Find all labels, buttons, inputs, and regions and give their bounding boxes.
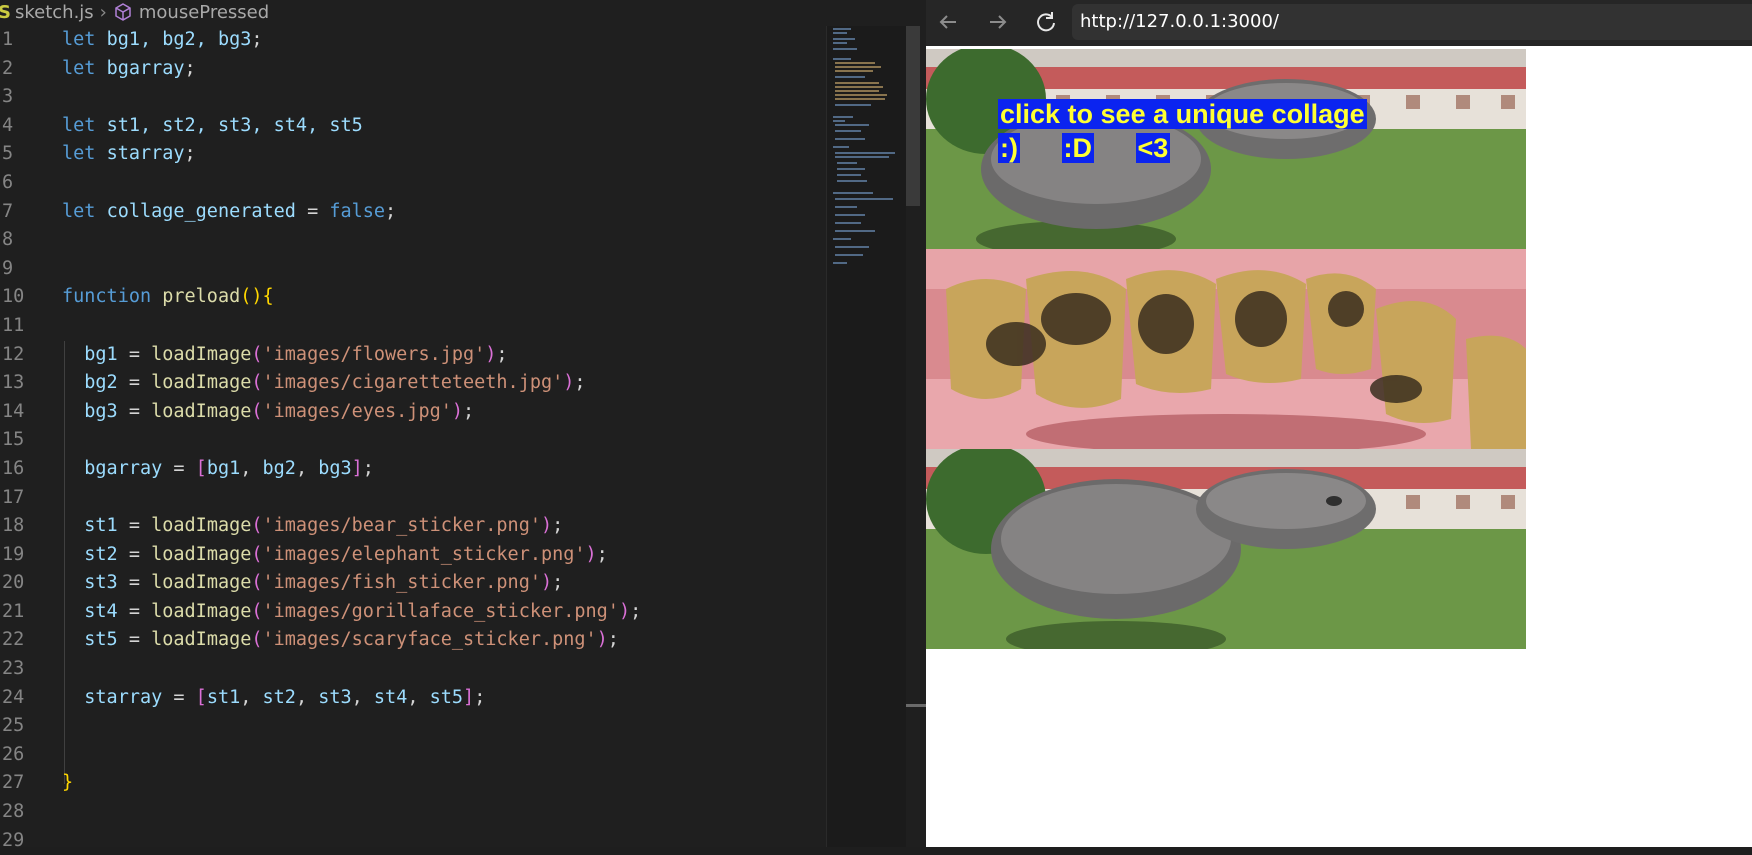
editor-scrollbar[interactable] [906, 26, 926, 847]
line-number: 8 [2, 229, 14, 251]
line-number: 22 [2, 629, 25, 651]
back-button[interactable] [934, 8, 962, 36]
line-number: 21 [2, 600, 25, 622]
code-line[interactable]: 18 st1 = loadImage('images/bear_sticker.… [0, 512, 826, 541]
code-line[interactable]: 22 st5 = loadImage('images/scaryface_sti… [0, 626, 826, 655]
line-number: 1 [2, 29, 14, 50]
line-number: 18 [2, 515, 25, 537]
line-number: 2 [2, 57, 14, 79]
code-line[interactable]: 25 [0, 712, 826, 741]
line-number: 27 [2, 772, 25, 794]
cube-icon [115, 3, 131, 21]
minimap[interactable] [826, 26, 907, 847]
code-line[interactable]: 3 [0, 83, 826, 112]
code-line[interactable]: 24 starray = [st1, st2, st3, st4, st5]; [0, 684, 826, 713]
reload-button[interactable] [1032, 8, 1060, 36]
breadcrumb: S sketch.js › mousePressed [0, 0, 926, 24]
collage-panel-teeth [926, 249, 1526, 449]
code-line[interactable]: 20 st3 = loadImage('images/fish_sticker.… [0, 569, 826, 598]
line-number: 15 [2, 429, 25, 451]
code-line[interactable]: 21 st4 = loadImage('images/gorillaface_s… [0, 598, 826, 627]
line-number: 20 [2, 572, 25, 594]
arrow-right-icon [990, 15, 1007, 29]
code-line[interactable]: 10 function preload(){ [0, 283, 826, 312]
code-line[interactable]: 2 let bgarray; [0, 55, 826, 84]
line-number: 25 [2, 715, 25, 737]
sketch-canvas[interactable]: click to see a unique collage :) :D <3 [926, 49, 1526, 649]
code-area[interactable]: 1 let bg1, bg2, bg3; 2 let bgarray; 3 4 let… [0, 26, 826, 855]
code-editor[interactable]: S sketch.js › mousePressed 1 let bg1, bg2… [0, 0, 926, 851]
collage-panel-stones-2 [926, 449, 1526, 649]
code-line[interactable]: 15 [0, 426, 826, 455]
line-number: 26 [2, 743, 25, 765]
line-number: 17 [2, 486, 25, 508]
code-line[interactable]: 4 let st1, st2, st3, st4, st5 [0, 112, 826, 141]
banner-face: :) [998, 133, 1020, 163]
code-line[interactable]: 5 let starray; [0, 140, 826, 169]
browser-window: http://127.0.0.1:3000/ click to see a un… [926, 0, 1752, 847]
breadcrumb-file[interactable]: sketch.js [15, 2, 94, 23]
code-line[interactable]: 17 [0, 484, 826, 513]
line-number: 28 [2, 801, 25, 823]
code-line[interactable]: 16 bgarray = [bg1, bg2, bg3]; [0, 455, 826, 484]
code-line[interactable]: 19 st2 = loadImage('images/elephant_stic… [0, 541, 826, 570]
line-number: 12 [2, 343, 25, 365]
js-file-icon: S [0, 1, 11, 23]
reload-icon [1037, 12, 1055, 32]
banner-title: click to see a unique collage [998, 99, 1367, 129]
line-number: 4 [2, 114, 14, 136]
code-line[interactable]: 6 [0, 169, 826, 198]
line-number: 11 [2, 314, 25, 336]
scrollbar-marker [906, 704, 926, 707]
code-line[interactable]: 8 [0, 226, 826, 255]
url-text[interactable]: http://127.0.0.1:3000/ [1080, 4, 1279, 40]
line-number: 19 [2, 543, 25, 565]
banner-face: <3 [1135, 133, 1171, 163]
line-number: 6 [2, 171, 14, 193]
line-number: 9 [2, 257, 14, 279]
forward-button[interactable] [984, 8, 1012, 36]
browser-toolbar: http://127.0.0.1:3000/ [926, 0, 1752, 46]
address-bar[interactable]: http://127.0.0.1:3000/ [1072, 4, 1752, 40]
line-number: 24 [2, 686, 25, 708]
line-number: 13 [2, 372, 25, 394]
code-line[interactable]: 7 let collage_generated = false; [0, 198, 826, 227]
code-line[interactable]: 1 let bg1, bg2, bg3; [0, 26, 826, 55]
code-line[interactable]: 29 [0, 827, 826, 855]
code-line[interactable]: 26 [0, 741, 826, 770]
code-line[interactable]: 11 [0, 312, 826, 341]
line-number: 7 [2, 200, 14, 222]
code-line[interactable]: 12 bg1 = loadImage('images/flowers.jpg')… [0, 341, 826, 370]
code-line[interactable]: 28 [0, 798, 826, 827]
line-number: 14 [2, 400, 25, 422]
chevron-right-icon: › [99, 1, 107, 23]
code-line[interactable]: 9 [0, 255, 826, 284]
code-line[interactable]: 27} [0, 769, 826, 798]
line-number: 23 [2, 658, 25, 680]
line-number: 5 [2, 143, 14, 165]
line-number: 3 [2, 86, 14, 108]
line-number: 10 [2, 286, 25, 308]
code-line[interactable]: 23 [0, 655, 826, 684]
line-number: 16 [2, 457, 25, 479]
line-number: 29 [2, 829, 25, 851]
code-line[interactable]: 14 bg3 = loadImage('images/eyes.jpg'); [0, 398, 826, 427]
scrollbar-thumb[interactable] [906, 26, 920, 206]
arrow-left-icon [939, 15, 956, 29]
breadcrumb-symbol[interactable]: mousePressed [139, 2, 269, 23]
collage-banner: click to see a unique collage :) :D <3 [998, 97, 1367, 165]
banner-face: :D [1061, 133, 1094, 163]
code-line[interactable]: 13 bg2 = loadImage('images/cigaretteteet… [0, 369, 826, 398]
